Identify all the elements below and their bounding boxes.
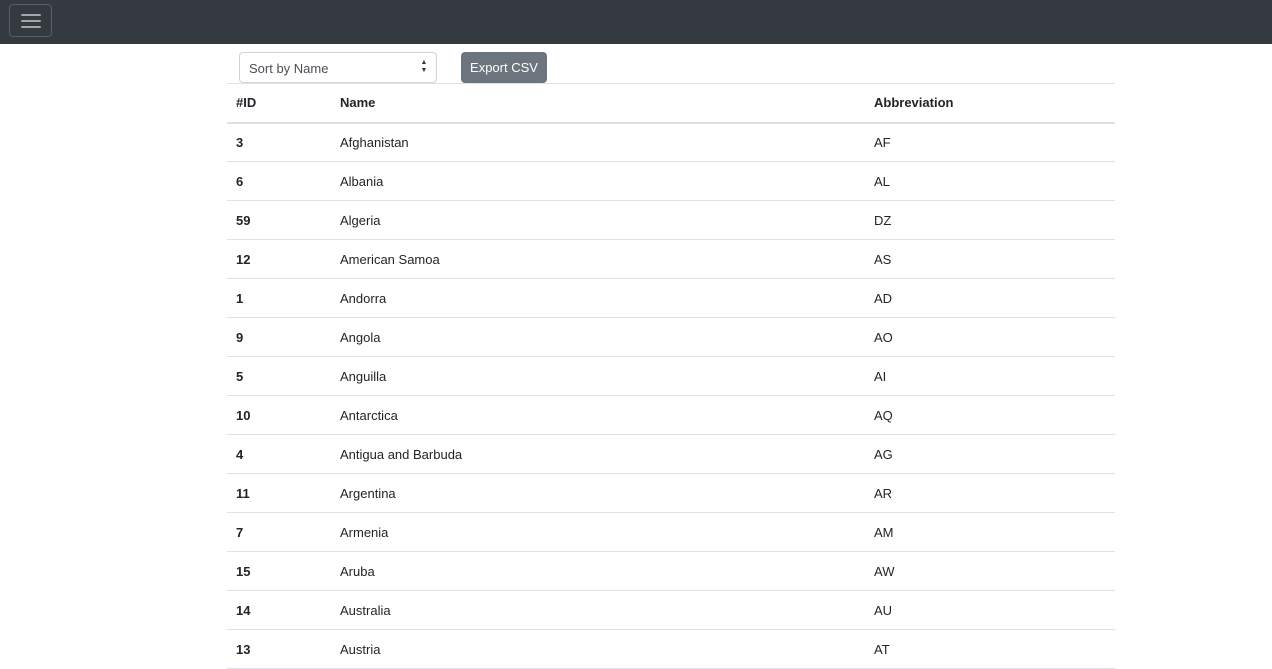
table-row: 5 Anguilla AI: [227, 356, 1115, 396]
cell-abbreviation: AR: [865, 473, 1115, 513]
table-row: 12 American Samoa AS: [227, 239, 1115, 279]
cell-id: 1: [227, 278, 331, 318]
cell-name: Austria: [331, 629, 865, 669]
hamburger-icon-line: [21, 26, 41, 28]
cell-name: Andorra: [331, 278, 865, 318]
cell-name: Albania: [331, 161, 865, 201]
cell-name: Algeria: [331, 200, 865, 240]
navbar-toggle-button[interactable]: [9, 4, 52, 37]
cell-abbreviation: AS: [865, 239, 1115, 279]
cell-abbreviation: AO: [865, 317, 1115, 357]
cell-abbreviation: AW: [865, 551, 1115, 591]
sort-select-value: Sort by Name: [249, 61, 329, 76]
cell-id: 7: [227, 512, 331, 552]
table-row: 59 Algeria DZ: [227, 200, 1115, 240]
cell-name: Aruba: [331, 551, 865, 591]
table-row: 15 Aruba AW: [227, 551, 1115, 591]
cell-abbreviation: DZ: [865, 200, 1115, 240]
countries-table: #ID Name Abbreviation 3 Afghanistan AF 6 Alb…: [227, 83, 1115, 669]
table-row: 7 Armenia AM: [227, 512, 1115, 552]
cell-id: 6: [227, 161, 331, 201]
cell-abbreviation: AQ: [865, 395, 1115, 435]
up-down-caret-icon: ▲ ▼: [420, 59, 428, 74]
cell-id: 10: [227, 395, 331, 435]
top-navbar: [0, 0, 1272, 44]
cell-name: Antarctica: [331, 395, 865, 435]
cell-abbreviation: AD: [865, 278, 1115, 318]
cell-id: 3: [227, 122, 331, 162]
cell-name: Afghanistan: [331, 122, 865, 162]
cell-name: Armenia: [331, 512, 865, 552]
table-row: 6 Albania AL: [227, 161, 1115, 201]
table-row: 10 Antarctica AQ: [227, 395, 1115, 435]
cell-abbreviation: AT: [865, 629, 1115, 669]
cell-id: 14: [227, 590, 331, 630]
column-header-id[interactable]: #ID: [227, 83, 331, 124]
table-row: 1 Andorra AD: [227, 278, 1115, 318]
cell-name: Angola: [331, 317, 865, 357]
cell-name: Argentina: [331, 473, 865, 513]
cell-abbreviation: AI: [865, 356, 1115, 396]
cell-name: Anguilla: [331, 356, 865, 396]
table-row: 3 Afghanistan AF: [227, 122, 1115, 162]
table-body: 3 Afghanistan AF 6 Albania AL 59 Algeria DZ 12 Ame…: [227, 122, 1115, 669]
cell-abbreviation: AL: [865, 161, 1115, 201]
table-row: 4 Antigua and Barbuda AG: [227, 434, 1115, 474]
table-row: 13 Austria AT: [227, 629, 1115, 669]
table-row: 9 Angola AO: [227, 317, 1115, 357]
column-header-name[interactable]: Name: [331, 83, 865, 124]
cell-id: 11: [227, 473, 331, 513]
cell-name: American Samoa: [331, 239, 865, 279]
cell-abbreviation: AU: [865, 590, 1115, 630]
cell-id: 4: [227, 434, 331, 474]
cell-id: 9: [227, 317, 331, 357]
cell-abbreviation: AM: [865, 512, 1115, 552]
cell-abbreviation: AF: [865, 122, 1115, 162]
cell-id: 59: [227, 200, 331, 240]
cell-id: 5: [227, 356, 331, 396]
column-header-abbreviation[interactable]: Abbreviation: [865, 83, 1115, 124]
table-header-row: #ID Name Abbreviation: [227, 83, 1115, 124]
table-row: 11 Argentina AR: [227, 473, 1115, 513]
export-csv-button[interactable]: Export CSV: [461, 52, 547, 83]
hamburger-icon-line: [21, 20, 41, 22]
cell-id: 15: [227, 551, 331, 591]
cell-name: Australia: [331, 590, 865, 630]
cell-name: Antigua and Barbuda: [331, 434, 865, 474]
cell-id: 12: [227, 239, 331, 279]
cell-abbreviation: AG: [865, 434, 1115, 474]
table-row: 14 Australia AU: [227, 590, 1115, 630]
cell-id: 13: [227, 629, 331, 669]
hamburger-icon: [21, 14, 41, 16]
sort-select[interactable]: Sort by Name ▲ ▼: [239, 52, 437, 83]
